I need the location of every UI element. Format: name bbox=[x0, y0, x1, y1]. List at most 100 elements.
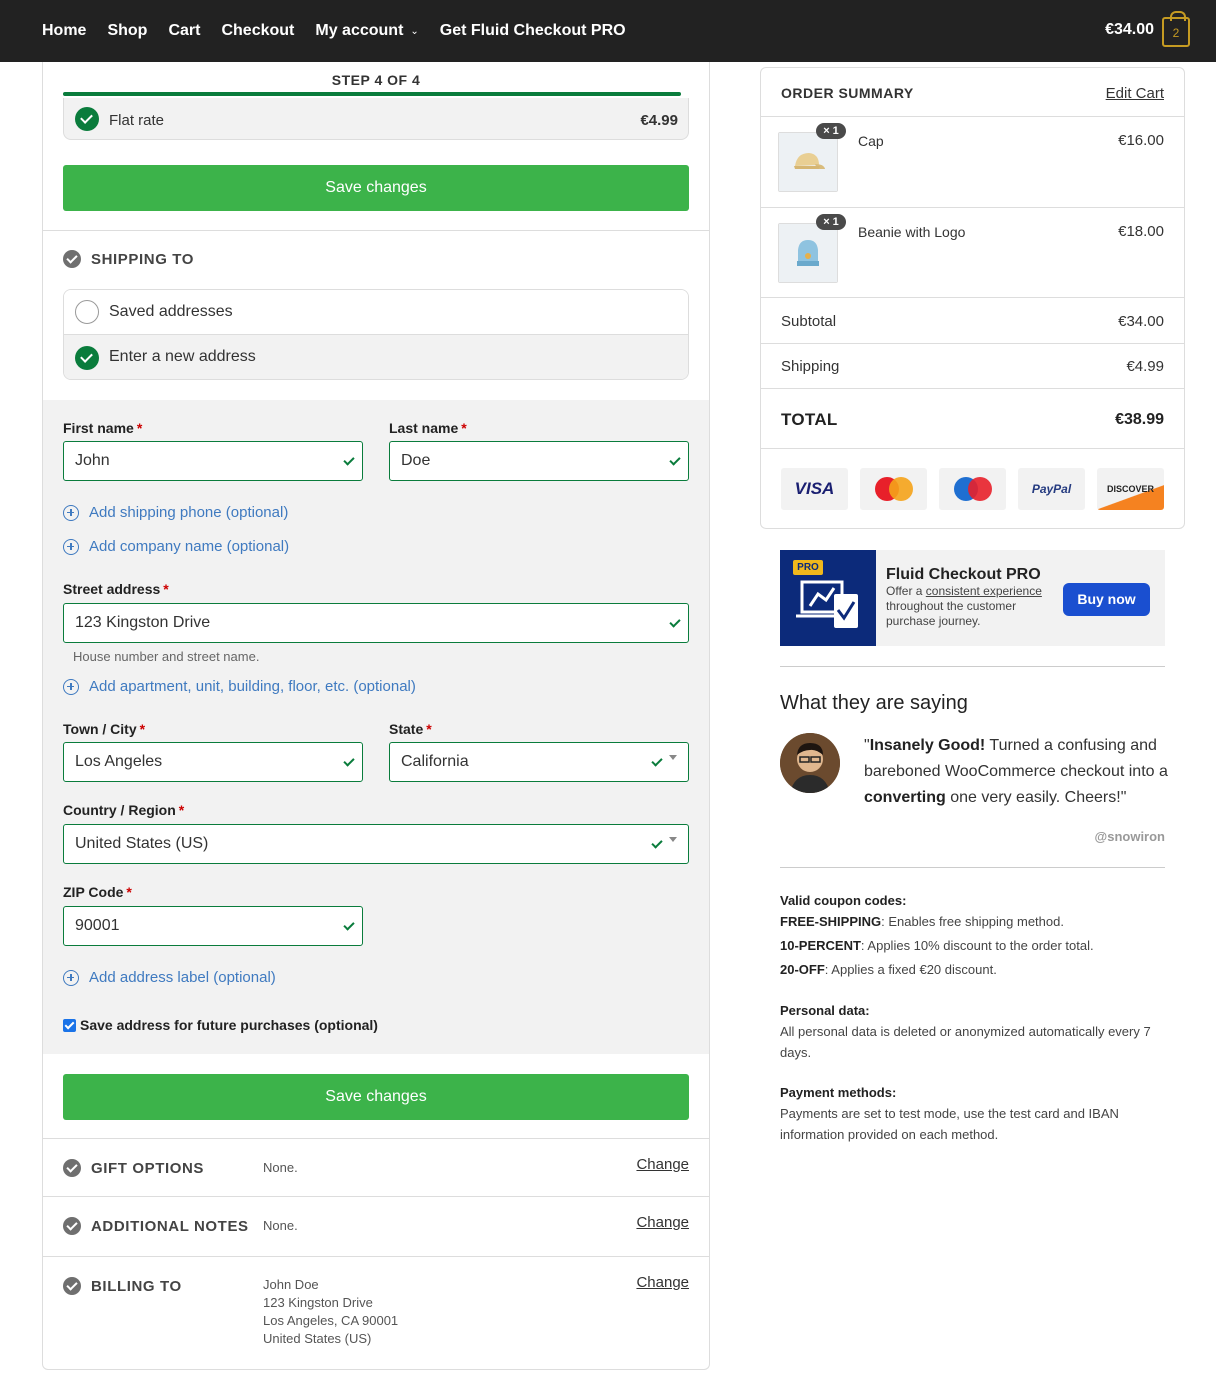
billing-to-change-link[interactable]: Change bbox=[636, 1274, 689, 1291]
first-name-input[interactable]: John bbox=[63, 441, 363, 481]
item-name: Beanie with Logo bbox=[858, 224, 966, 240]
billing-to-header: BILLING TO bbox=[63, 1277, 182, 1295]
billing-line: United States (US) bbox=[263, 1331, 372, 1346]
maestro-icon bbox=[953, 477, 992, 501]
discover-logo-text: DISCOVER bbox=[1106, 484, 1154, 494]
avatar-image bbox=[780, 733, 840, 793]
subtotal-value: €34.00 bbox=[1118, 313, 1164, 330]
add-apartment-link[interactable]: Add apartment, unit, building, floor, et… bbox=[63, 678, 416, 695]
gift-options-change-link[interactable]: Change bbox=[636, 1156, 689, 1173]
mastercard-logo bbox=[860, 468, 927, 510]
nav-shop[interactable]: Shop bbox=[107, 22, 147, 40]
zip-input[interactable]: 90001 bbox=[63, 906, 363, 946]
step-complete-icon bbox=[63, 1159, 81, 1177]
country-value: United States (US) bbox=[75, 835, 209, 852]
payment-methods-notes: Payment methods: Payments are set to tes… bbox=[780, 1082, 1165, 1145]
cart-bag-icon[interactable]: 2 bbox=[1162, 11, 1190, 47]
divider bbox=[43, 1256, 709, 1257]
coupon-code: FREE-SHIPPING bbox=[780, 914, 882, 929]
promo-text-link[interactable]: consistent experience bbox=[926, 584, 1042, 598]
additional-notes-change-link[interactable]: Change bbox=[636, 1214, 689, 1231]
billing-line: Los Angeles, CA 90001 bbox=[263, 1313, 399, 1328]
promo-text-post: throughout the customer purchase journey… bbox=[886, 599, 1017, 628]
street-label: Street address * bbox=[63, 581, 169, 597]
progress-bar bbox=[63, 92, 681, 96]
option-label: Saved addresses bbox=[109, 303, 233, 320]
quantity-badge: × 1 bbox=[816, 123, 846, 139]
shipping-method-price: €4.99 bbox=[640, 112, 678, 129]
plus-circle-icon bbox=[63, 504, 79, 521]
option-saved-addresses[interactable]: Saved addresses bbox=[64, 290, 688, 335]
add-company-link[interactable]: Add company name (optional) bbox=[63, 538, 289, 555]
mastercard-icon bbox=[874, 477, 913, 501]
first-name-label-text: First name bbox=[63, 420, 134, 436]
step-complete-icon bbox=[63, 1277, 81, 1295]
dropdown-arrow-icon bbox=[669, 755, 677, 760]
save-changes-button[interactable]: Save changes bbox=[63, 165, 689, 211]
option-label: Enter a new address bbox=[109, 348, 256, 365]
top-navigation-bar: Home Shop Cart Checkout My account ⌄ Get … bbox=[0, 0, 1216, 62]
coupon-code: 20-OFF bbox=[780, 962, 825, 977]
coupons-title: Valid coupon codes: bbox=[780, 890, 1165, 911]
required-mark: * bbox=[163, 581, 169, 597]
order-summary: ORDER SUMMARY Edit Cart × 1 Cap €16.00 ×… bbox=[760, 67, 1185, 529]
save-address-checkbox[interactable]: Save address for future purchases (optio… bbox=[63, 1017, 378, 1033]
edit-cart-link[interactable]: Edit Cart bbox=[1106, 85, 1164, 102]
item-price: €16.00 bbox=[1118, 132, 1164, 149]
add-address-label-link[interactable]: Add address label (optional) bbox=[63, 969, 276, 986]
option-new-address[interactable]: Enter a new address bbox=[64, 335, 688, 379]
coupons-title-text: Valid coupon codes: bbox=[780, 893, 907, 908]
street-address-input[interactable]: 123 Kingston Drive bbox=[63, 603, 689, 643]
city-input[interactable]: Los Angeles bbox=[63, 742, 363, 782]
buy-now-button[interactable]: Buy now bbox=[1063, 583, 1150, 616]
subtotal-label: Subtotal bbox=[781, 313, 837, 330]
nav-home[interactable]: Home bbox=[42, 22, 86, 40]
add-shipping-phone-link[interactable]: Add shipping phone (optional) bbox=[63, 504, 288, 521]
nav-my-account[interactable]: My account ⌄ bbox=[315, 22, 418, 40]
plus-circle-icon bbox=[63, 538, 79, 555]
quantity-badge: × 1 bbox=[816, 214, 846, 230]
promo-artwork: PRO bbox=[780, 550, 876, 646]
promo-text-pre: Offer a bbox=[886, 584, 926, 598]
nav-get-pro[interactable]: Get Fluid Checkout PRO bbox=[440, 22, 626, 40]
street-value: 123 Kingston Drive bbox=[75, 614, 211, 631]
state-select[interactable]: California bbox=[389, 742, 689, 782]
paypal-logo: PayPal bbox=[1018, 468, 1085, 510]
billing-line: 123 Kingston Drive bbox=[263, 1295, 373, 1310]
add-shipping-phone-text: Add shipping phone (optional) bbox=[89, 504, 289, 521]
save-changes-button-2[interactable]: Save changes bbox=[63, 1074, 689, 1120]
nav-checkout[interactable]: Checkout bbox=[221, 22, 294, 40]
item-name: Cap bbox=[858, 133, 884, 149]
divider bbox=[761, 297, 1184, 298]
required-mark: * bbox=[126, 884, 132, 900]
street-hint: House number and street name. bbox=[73, 649, 260, 664]
city-label-text: Town / City bbox=[63, 721, 137, 737]
shipping-method-flat-rate[interactable]: Flat rate €4.99 bbox=[63, 98, 689, 140]
header-cart-total[interactable]: €34.00 bbox=[1105, 21, 1154, 39]
checkout-panel: STEP 4 OF 4 Flat rate €4.99 Save changes… bbox=[42, 62, 710, 1370]
step-complete-icon bbox=[63, 250, 81, 268]
last-name-input[interactable]: Doe bbox=[389, 441, 689, 481]
avatar bbox=[780, 733, 840, 793]
nav-cart[interactable]: Cart bbox=[168, 22, 200, 40]
personal-title: Personal data: bbox=[780, 1000, 1165, 1021]
state-value: California bbox=[401, 753, 469, 770]
coupon-notes: Valid coupon codes: FREE-SHIPPING: Enabl… bbox=[780, 890, 1165, 980]
country-select[interactable]: United States (US) bbox=[63, 824, 689, 864]
maestro-logo bbox=[939, 468, 1006, 510]
city-value: Los Angeles bbox=[75, 753, 163, 770]
required-mark: * bbox=[139, 721, 146, 737]
quote-bold-2: converting bbox=[864, 789, 946, 806]
valid-check-icon bbox=[669, 616, 681, 628]
testimonial-title: What they are saying bbox=[780, 692, 968, 714]
shipping-to-header: SHIPPING TO bbox=[63, 250, 194, 268]
street-label-text: Street address bbox=[63, 581, 161, 597]
coupon-line: 20-OFF: Applies a fixed €20 discount. bbox=[780, 959, 1165, 980]
last-name-label-text: Last name bbox=[389, 420, 459, 436]
payment-title: Payment methods: bbox=[780, 1082, 1165, 1103]
divider bbox=[780, 867, 1165, 868]
state-label-text: State bbox=[389, 721, 424, 737]
testimonial-handle: @snowiron bbox=[1094, 829, 1165, 844]
plus-circle-icon bbox=[63, 678, 79, 695]
check-circle-icon bbox=[75, 107, 99, 131]
